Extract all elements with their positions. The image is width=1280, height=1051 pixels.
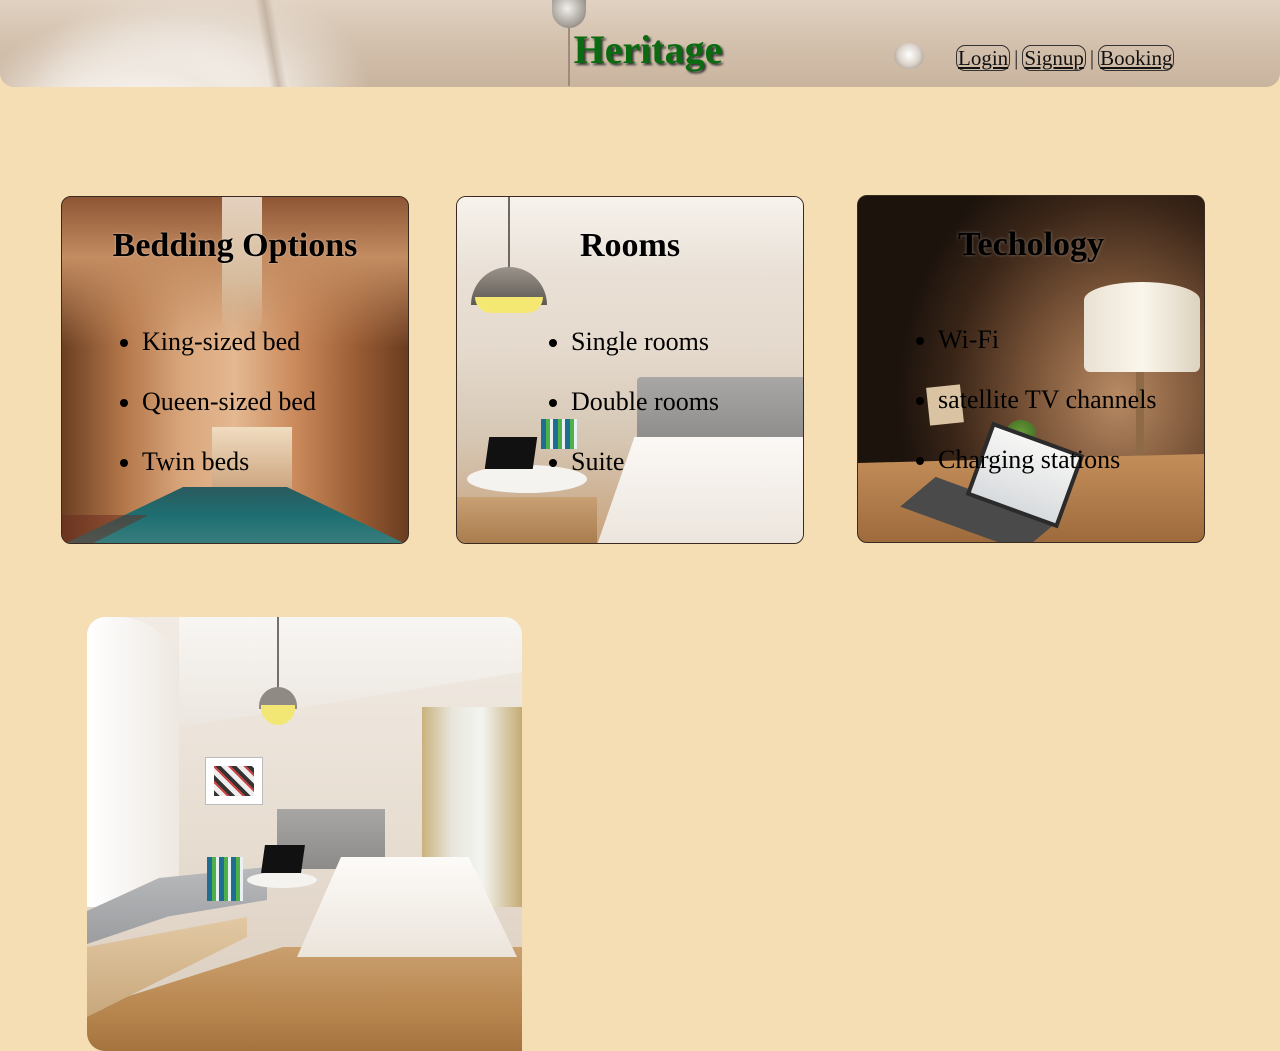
technology-list: Wi-Fi satellite TV channels Charging sta… (916, 325, 1157, 505)
pendant-lamp-icon (552, 0, 586, 28)
chandelier-icon (222, 197, 262, 337)
signup-link[interactable]: Signup (1022, 45, 1086, 71)
rooms-list: Single rooms Double rooms Suite (549, 327, 719, 507)
photo-wall-arch (87, 617, 179, 907)
login-link[interactable]: Login (956, 45, 1011, 71)
list-item: Wi-Fi (916, 325, 1157, 355)
site-header: Heritage Login | Signup | Booking (0, 0, 1280, 87)
list-item: Suite (549, 447, 719, 477)
header-ceiling-image (0, 0, 290, 87)
card-heading: Rooms (579, 227, 681, 264)
lamp-cord (277, 617, 279, 697)
list-item: Single rooms (549, 327, 719, 357)
site-title: Heritage (573, 27, 723, 72)
nav-separator: | (1089, 46, 1095, 70)
list-item: Queen-sized bed (120, 387, 316, 417)
list-item: Charging stations (916, 445, 1157, 475)
list-item: Double rooms (549, 387, 719, 417)
list-item: King-sized bed (120, 327, 316, 357)
side-table (247, 872, 317, 888)
striped-pillow (207, 857, 243, 901)
nav-separator: | (1014, 46, 1019, 70)
card-heading: Bedding Options (112, 227, 358, 264)
laptop-icon (261, 845, 305, 873)
bedding-options-card: Bedding Options King-sized bed Queen-siz… (61, 196, 409, 544)
bedding-list: King-sized bed Queen-sized bed Twin beds (120, 327, 316, 507)
smoke-detector-icon (894, 43, 924, 69)
top-nav: Login | Signup | Booking (956, 45, 1175, 71)
lamp-glow (475, 297, 543, 313)
technology-card: Techology Wi-Fi satellite TV channels Ch… (857, 195, 1205, 543)
lamp-glow (261, 705, 295, 725)
list-item: satellite TV channels (916, 385, 1157, 415)
list-item: Twin beds (120, 447, 316, 477)
hotel-room-photo (87, 617, 522, 1051)
booking-link[interactable]: Booking (1098, 45, 1175, 71)
laptop-icon (484, 437, 538, 469)
rooms-card: Rooms Single rooms Double rooms Suite (456, 196, 804, 544)
card-heading: Techology (957, 226, 1105, 263)
wall-art (205, 757, 263, 805)
